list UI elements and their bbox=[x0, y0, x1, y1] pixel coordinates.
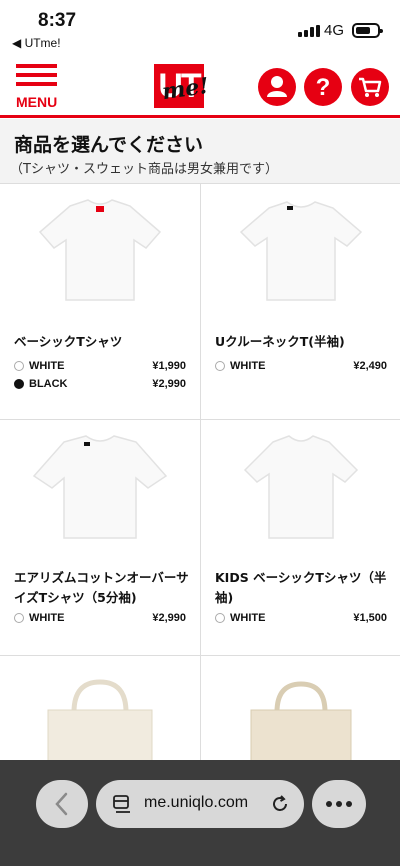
color-name: WHITE bbox=[29, 612, 65, 624]
price: ¥1,990 bbox=[152, 360, 186, 372]
color-option[interactable]: BLACK ¥2,990 bbox=[14, 376, 186, 394]
network-type: 4G bbox=[324, 22, 345, 39]
site-header: MENU UT me! ? bbox=[0, 56, 400, 118]
product-card[interactable]: ベーシックTシャツ WHITE ¥1,990 BLACK ¥2,990 bbox=[0, 183, 200, 419]
product-card[interactable] bbox=[200, 655, 400, 807]
product-image-tshirt bbox=[32, 435, 168, 539]
user-icon bbox=[267, 76, 287, 97]
browser-toolbar: me.uniqlo.com bbox=[0, 760, 400, 866]
help-button[interactable]: ? bbox=[304, 68, 342, 106]
color-name: BLACK bbox=[29, 378, 68, 390]
color-name: WHITE bbox=[230, 360, 266, 372]
help-icon: ? bbox=[316, 74, 331, 101]
product-card[interactable]: KIDS ベーシックTシャツ（半袖) WHITE ¥1,500 bbox=[200, 419, 400, 655]
status-bar: 8:37 ◀ UTme! 4G bbox=[0, 0, 400, 56]
hamburger-icon bbox=[16, 64, 57, 68]
color-swatch bbox=[14, 379, 24, 389]
signal-icon bbox=[298, 25, 320, 37]
hamburger-icon-line bbox=[16, 82, 57, 86]
battery-icon bbox=[352, 23, 383, 38]
menu-button[interactable]: MENU bbox=[16, 64, 58, 110]
cart-button[interactable] bbox=[351, 68, 389, 106]
section-heading: 商品を選んでください （Tシャツ・スウェット商品は男女兼用です） bbox=[0, 119, 400, 183]
page-menu-icon[interactable] bbox=[110, 791, 136, 817]
color-swatch bbox=[14, 613, 24, 623]
price: ¥2,990 bbox=[152, 378, 186, 390]
price: ¥2,990 bbox=[152, 612, 186, 624]
chevron-left-icon bbox=[55, 792, 68, 816]
utme-logo[interactable]: UT me! bbox=[150, 64, 212, 112]
product-image-tshirt bbox=[38, 199, 162, 301]
url-text: me.uniqlo.com bbox=[144, 794, 249, 811]
color-option[interactable]: WHITE ¥1,500 bbox=[215, 610, 387, 628]
reload-icon[interactable] bbox=[268, 792, 292, 816]
product-image-tshirt bbox=[239, 201, 363, 301]
more-icon bbox=[326, 801, 352, 807]
product-name: ベーシックTシャツ bbox=[14, 334, 123, 349]
price: ¥2,490 bbox=[353, 360, 387, 372]
browser-back-button[interactable] bbox=[36, 780, 88, 828]
color-name: WHITE bbox=[230, 612, 266, 624]
color-swatch bbox=[14, 361, 24, 371]
color-swatch bbox=[215, 613, 225, 623]
color-option[interactable]: WHITE ¥2,990 bbox=[14, 610, 186, 628]
product-name: UクルーネックT(半袖) bbox=[215, 334, 345, 349]
color-swatch bbox=[215, 361, 225, 371]
product-card[interactable]: エアリズムコットンオーバーサイズTシャツ（5分袖) WHITE ¥2,990 bbox=[0, 419, 200, 655]
svg-text:?: ? bbox=[316, 74, 331, 101]
product-name: エアリズムコットンオーバーサイズTシャツ（5分袖) bbox=[14, 570, 189, 605]
product-name: KIDS ベーシックTシャツ（半袖) bbox=[215, 570, 387, 605]
color-name: WHITE bbox=[29, 360, 65, 372]
color-option[interactable]: WHITE ¥1,990 bbox=[14, 358, 186, 376]
price: ¥1,500 bbox=[353, 612, 387, 624]
more-options-button[interactable] bbox=[312, 780, 366, 828]
hamburger-icon-line bbox=[16, 73, 57, 77]
color-option[interactable]: WHITE ¥2,490 bbox=[215, 358, 387, 376]
product-card[interactable] bbox=[0, 655, 200, 807]
address-bar[interactable]: me.uniqlo.com bbox=[96, 780, 304, 828]
page-title: 商品を選んでください bbox=[14, 134, 204, 156]
status-time: 8:37 bbox=[38, 10, 77, 31]
page-subtitle: （Tシャツ・スウェット商品は男女兼用です） bbox=[10, 162, 278, 177]
cart-icon bbox=[359, 77, 382, 97]
account-button[interactable] bbox=[258, 68, 296, 106]
product-image-tshirt bbox=[243, 435, 359, 539]
back-to-app-link[interactable]: ◀ UTme! bbox=[12, 36, 61, 50]
product-card[interactable]: UクルーネックT(半袖) WHITE ¥2,490 bbox=[200, 183, 400, 419]
menu-label: MENU bbox=[16, 94, 58, 110]
